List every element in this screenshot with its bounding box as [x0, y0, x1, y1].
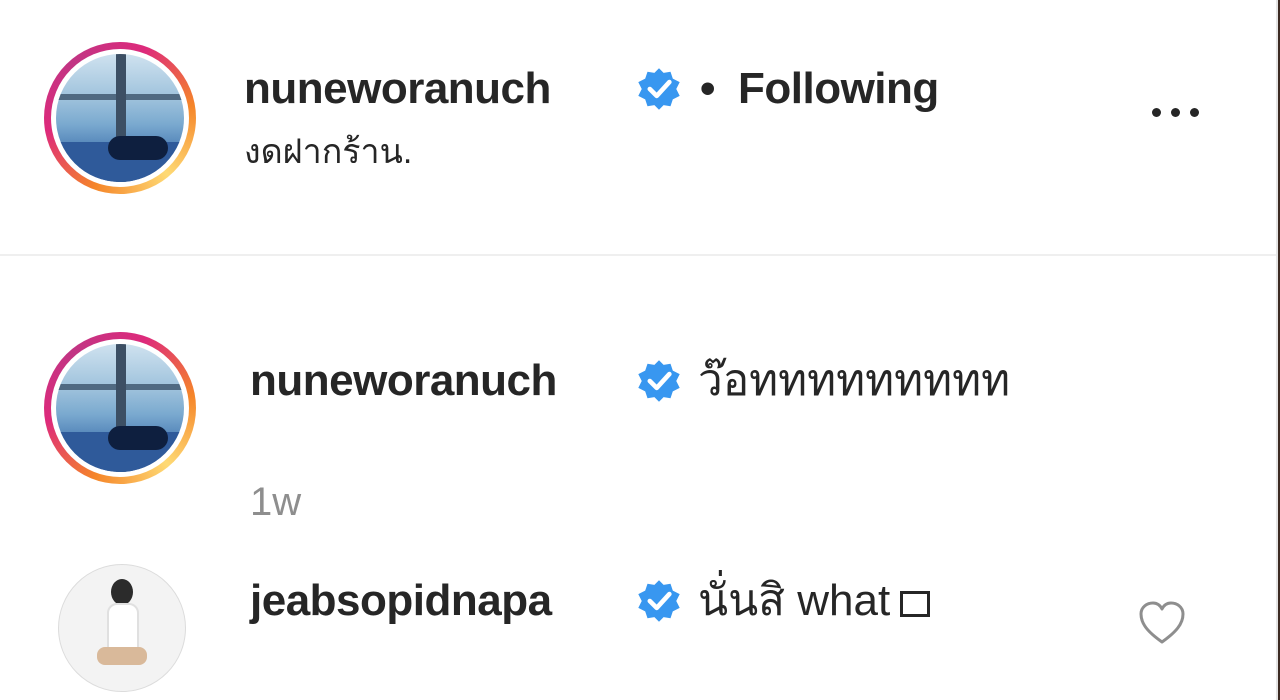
- comment-avatar[interactable]: [44, 332, 196, 484]
- like-heart-icon[interactable]: [1138, 600, 1186, 646]
- avatar-photo: [56, 344, 184, 472]
- avatar-inner: [51, 49, 189, 187]
- missing-emoji-glyph: [900, 591, 931, 617]
- comment-text-content: นั่นสิ what: [698, 576, 891, 625]
- following-button[interactable]: Following: [738, 64, 939, 114]
- post-author-avatar[interactable]: [44, 42, 196, 194]
- header-divider: [0, 254, 1276, 256]
- verified-badge-icon: [638, 580, 680, 622]
- more-options-icon[interactable]: [1152, 92, 1216, 132]
- avatar-photo: [56, 54, 184, 182]
- post-author-username[interactable]: nuneworanuch: [244, 64, 551, 114]
- avatar-inner: [51, 339, 189, 477]
- comment-text: นั่นสิ what: [698, 576, 931, 626]
- header-separator: •: [700, 64, 716, 113]
- comment-avatar[interactable]: [58, 564, 186, 692]
- comment-username[interactable]: nuneworanuch: [250, 356, 557, 406]
- verified-badge-icon: [638, 360, 680, 402]
- verified-badge-icon: [638, 68, 680, 110]
- post-location-caption[interactable]: งดฝากร้าน.: [244, 130, 412, 174]
- comment-text: ว๊อททททททททท: [698, 356, 1011, 405]
- comment-timestamp[interactable]: 1w: [250, 478, 301, 526]
- comment-username[interactable]: jeabsopidnapa: [250, 576, 552, 626]
